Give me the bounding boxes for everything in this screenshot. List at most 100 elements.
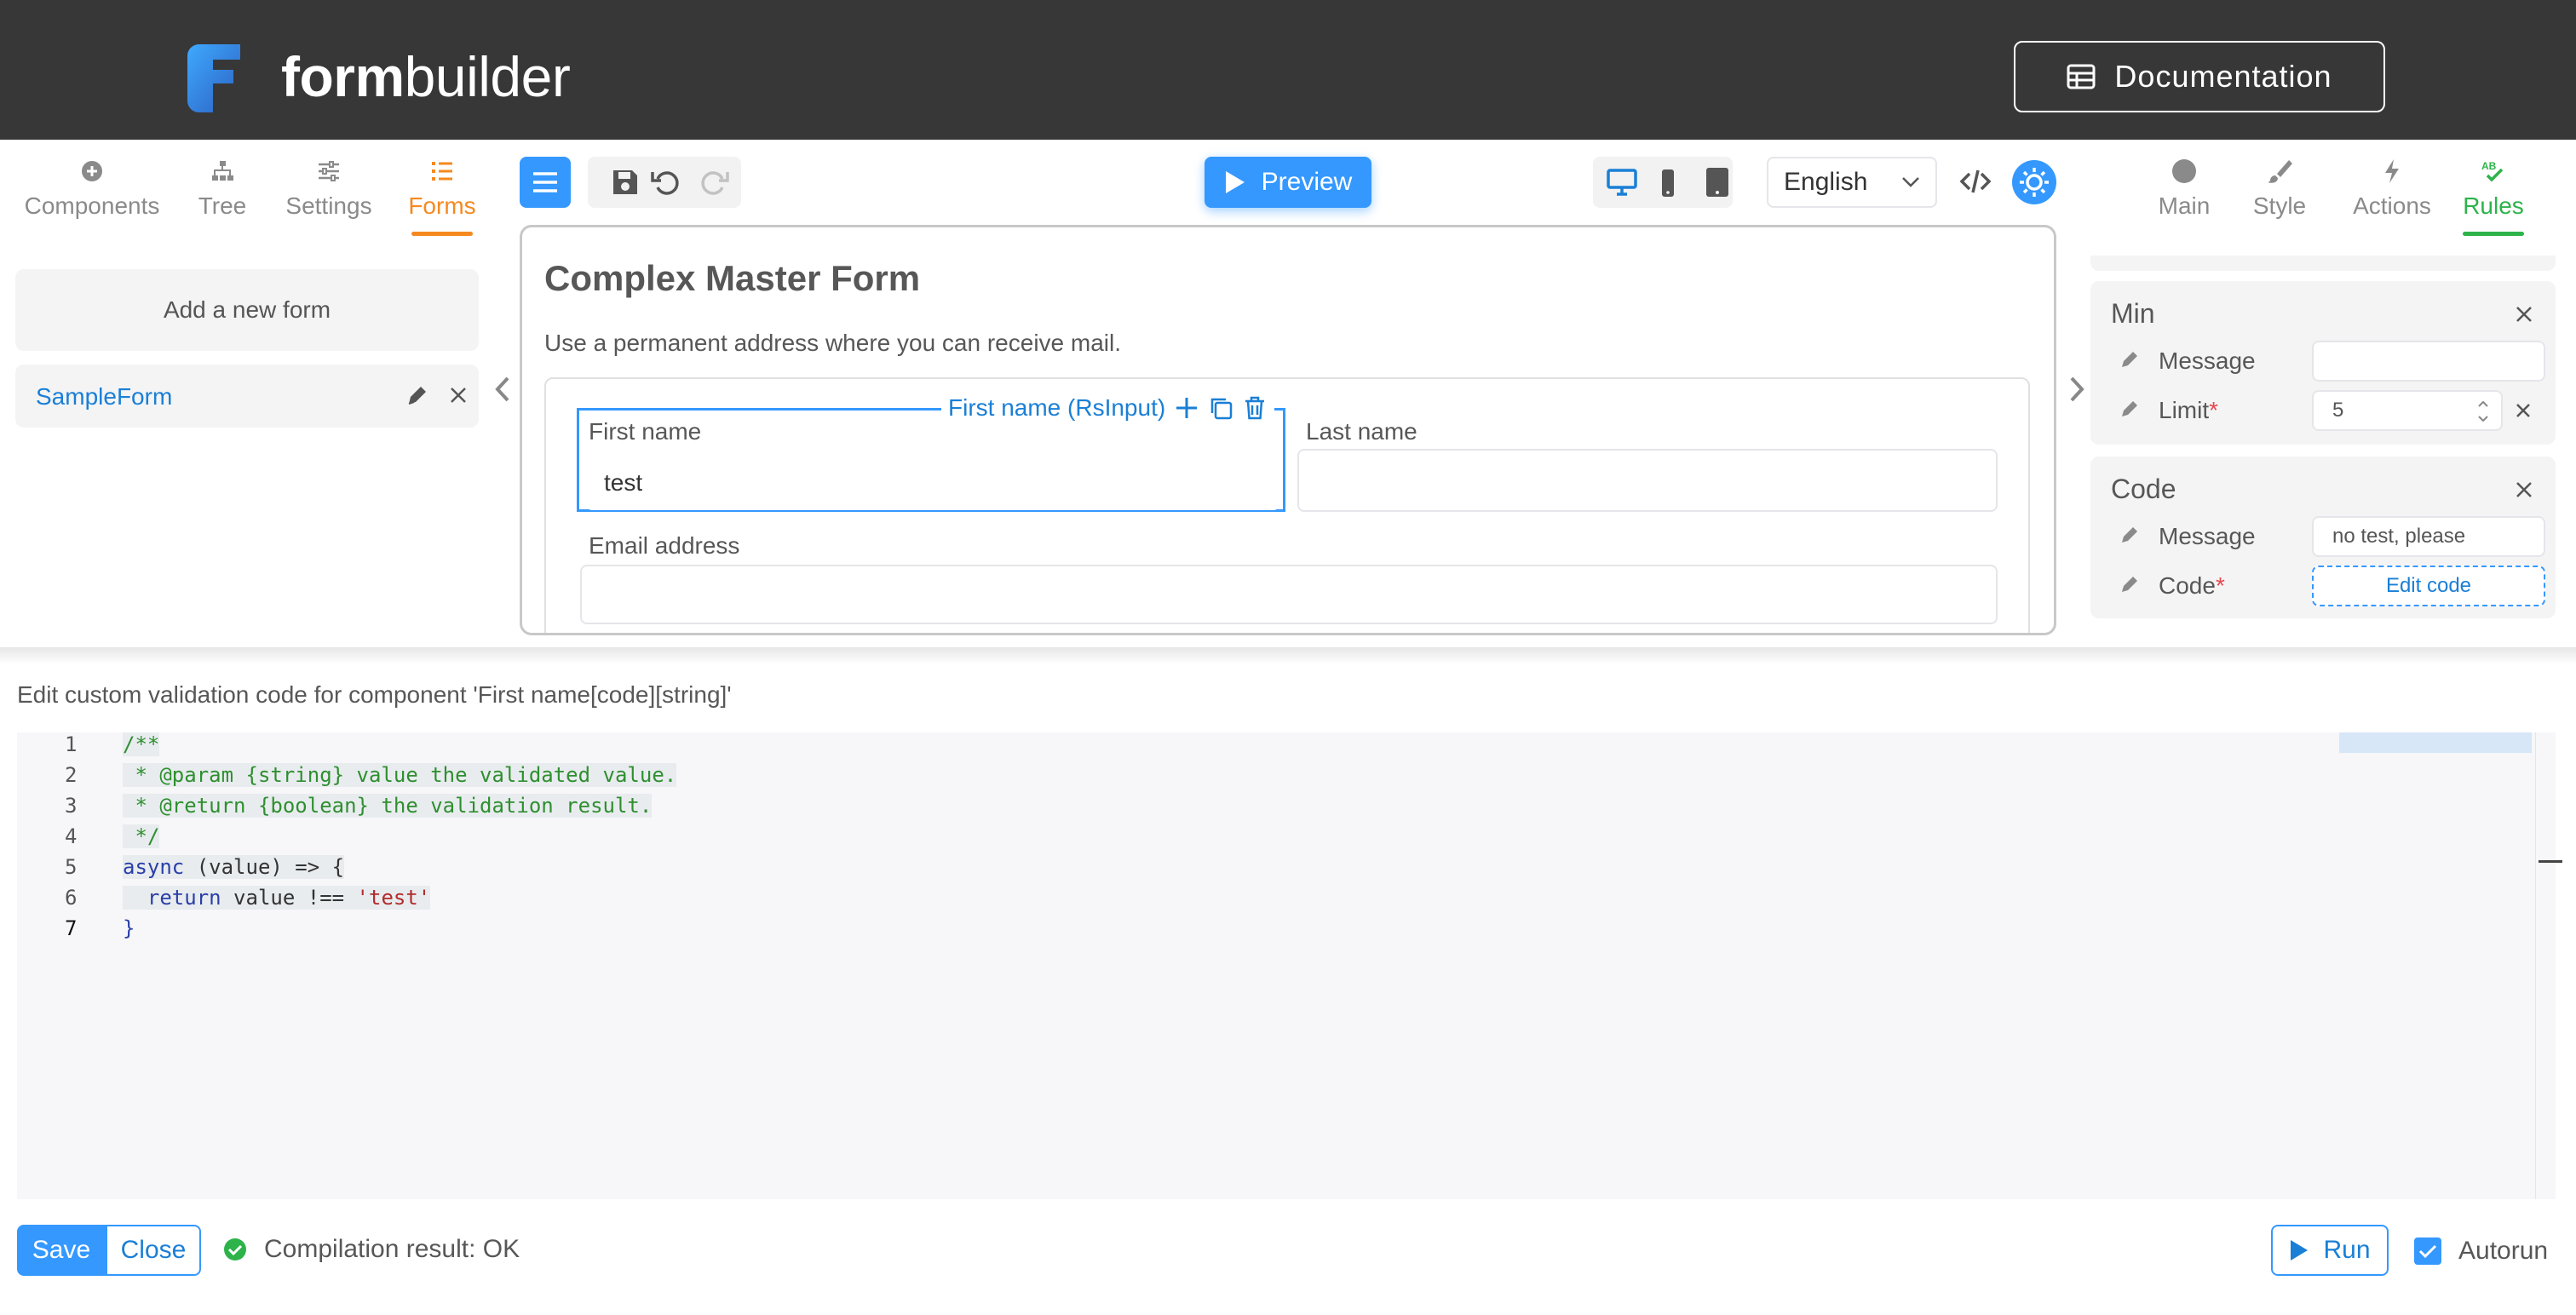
rule-code-label: Code* — [2159, 572, 2225, 599]
email-input[interactable] — [580, 565, 1998, 624]
save-icon[interactable] — [610, 167, 641, 198]
redo-icon[interactable] — [700, 167, 731, 198]
last-name-input[interactable] — [1297, 449, 1998, 512]
add-new-form-button[interactable]: Add a new form — [15, 269, 479, 351]
brand-name: formbuilder — [281, 45, 571, 108]
pencil-icon — [2122, 401, 2137, 416]
preview-label: Preview — [1261, 168, 1353, 196]
edit-code-button[interactable]: Edit code — [2312, 566, 2545, 606]
component-toolbar: First name (RsInput) — [941, 391, 1275, 425]
code-line: /** — [123, 732, 160, 756]
tab-components[interactable]: Components — [9, 148, 175, 242]
rule-limit-label: Limit* — [2159, 397, 2219, 423]
tab-style-label: Style — [2252, 192, 2307, 219]
min-message-input[interactable] — [2312, 341, 2545, 382]
language-value: English — [1784, 168, 1868, 196]
rule-title-code: Code — [2111, 474, 2176, 504]
line-number: 7 — [65, 916, 78, 940]
history-toolbar — [588, 157, 741, 208]
editor-scrollbar[interactable] — [2535, 732, 2556, 1199]
active-tab-indicator — [411, 232, 473, 236]
trash-icon[interactable] — [1242, 395, 1268, 421]
close-icon[interactable] — [2515, 305, 2533, 324]
first-name-label: First name — [589, 418, 702, 445]
undo-icon[interactable] — [649, 167, 680, 198]
tab-settings[interactable]: Settings — [269, 148, 388, 242]
form-canvas: Complex Master Form Use a permanent addr… — [520, 225, 2056, 635]
form-title: Complex Master Form — [544, 258, 921, 298]
tab-rules[interactable]: AB Rules — [2448, 148, 2539, 236]
bolt-icon — [2385, 159, 2399, 183]
theme-toggle-button[interactable] — [2012, 160, 2056, 204]
form-item-name[interactable]: SampleForm — [36, 383, 172, 411]
app-header: formbuilder Documentation — [0, 0, 2576, 140]
code-line: } — [123, 916, 135, 940]
stepper-icon[interactable] — [2477, 399, 2489, 424]
tab-main-label: Main — [2158, 192, 2211, 219]
circle-icon — [2172, 159, 2196, 183]
code-line: async (value) => { — [123, 855, 345, 879]
language-select[interactable]: English — [1767, 157, 1937, 208]
brush-icon — [2268, 160, 2292, 183]
copy-icon[interactable] — [1208, 395, 1233, 421]
desktop-icon[interactable] — [1607, 169, 1637, 196]
checkbox-checked-icon[interactable] — [2414, 1237, 2441, 1265]
form-list-item[interactable]: SampleForm — [15, 365, 479, 428]
plus-icon[interactable] — [1174, 395, 1199, 421]
spellcheck-icon: AB — [2481, 160, 2504, 182]
code-line: * @return {boolean} the validation resul… — [123, 794, 653, 818]
plus-circle-icon — [82, 161, 102, 181]
menu-button[interactable] — [520, 157, 571, 208]
tab-forms[interactable]: Forms — [388, 148, 496, 242]
tab-main[interactable]: Main — [2142, 148, 2227, 220]
tab-actions-label: Actions — [2353, 192, 2431, 219]
line-number: 3 — [65, 794, 78, 818]
selected-component-label: First name (RsInput) — [948, 394, 1166, 421]
tab-style[interactable]: Style — [2237, 148, 2322, 220]
mobile-icon[interactable] — [1659, 169, 1676, 198]
code-line: */ — [123, 824, 160, 848]
tab-settings-label: Settings — [285, 192, 372, 219]
chevron-left-icon[interactable] — [492, 375, 515, 404]
chevron-right-icon[interactable] — [2065, 375, 2087, 404]
pencil-icon — [2122, 527, 2137, 543]
line-number-gutter: 1 2 3 4 5 6 7 — [17, 732, 111, 1199]
tab-actions[interactable]: Actions — [2341, 148, 2443, 220]
documentation-label: Documentation — [2114, 59, 2332, 94]
clear-icon[interactable] — [2515, 402, 2532, 419]
line-number: 5 — [65, 855, 78, 879]
code-line: * @param {string} value the validated va… — [123, 763, 677, 787]
svg-text:AB: AB — [2481, 160, 2497, 172]
rule-message-label: Message — [2159, 523, 2256, 549]
code-editor[interactable]: 1 2 3 4 5 6 7 /** * @param {string} valu… — [17, 732, 2562, 1199]
rules-scroll-edge — [2090, 256, 2556, 271]
email-label: Email address — [589, 532, 740, 559]
tablet-icon[interactable] — [1705, 167, 1729, 198]
form-subtitle: Use a permanent address where you can re… — [544, 330, 1122, 356]
preview-button[interactable]: Preview — [1205, 157, 1371, 208]
code-message-input[interactable]: no test, please — [2312, 516, 2545, 557]
code-icon[interactable] — [1959, 167, 1992, 196]
hamburger-icon — [533, 172, 557, 192]
chevron-down-icon — [1902, 177, 1919, 187]
pencil-icon[interactable] — [405, 383, 429, 407]
min-limit-input[interactable]: 5 — [2312, 390, 2503, 431]
autorun-label: Autorun — [2458, 1237, 2549, 1265]
close-icon[interactable] — [448, 385, 469, 405]
scroll-position-marker — [2539, 860, 2562, 863]
play-icon — [1225, 171, 1245, 193]
close-icon[interactable] — [2515, 480, 2533, 499]
tab-tree[interactable]: Tree — [175, 148, 269, 242]
autorun-checkbox[interactable]: Autorun — [2414, 1237, 2548, 1266]
line-number: 2 — [65, 763, 78, 787]
pencil-icon — [2122, 577, 2137, 592]
play-icon — [2291, 1240, 2309, 1260]
editor-minimap[interactable] — [2339, 732, 2532, 753]
first-name-input[interactable]: test — [585, 456, 1280, 510]
documentation-button[interactable]: Documentation — [2014, 41, 2385, 112]
close-button[interactable]: Close — [106, 1225, 201, 1276]
check-circle-icon — [224, 1238, 246, 1260]
run-button[interactable]: Run — [2271, 1225, 2389, 1276]
save-button[interactable]: Save — [17, 1225, 106, 1276]
panel-divider[interactable] — [0, 647, 2576, 664]
